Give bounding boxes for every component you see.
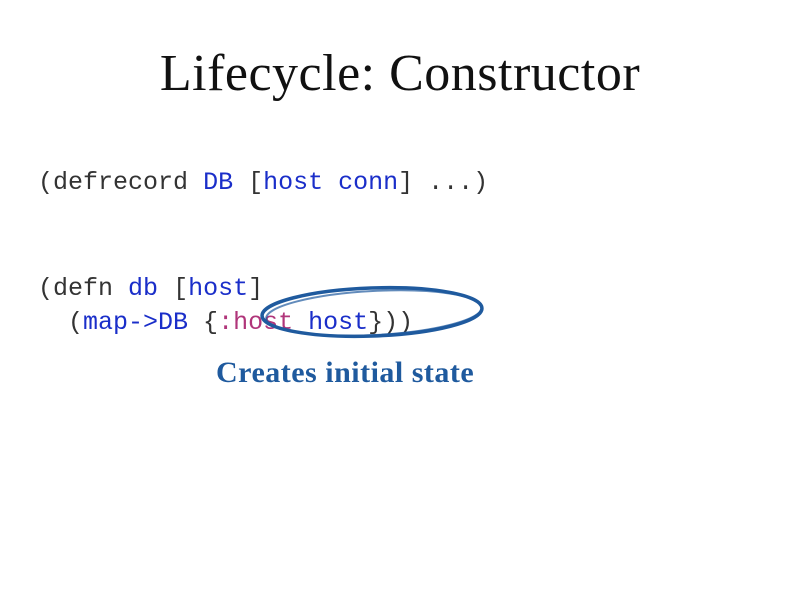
bracket-close: ] (398, 168, 413, 197)
arg-conn: conn (338, 168, 398, 197)
annotation-text: Creates initial state (216, 356, 474, 390)
paren-open: ( (38, 274, 53, 303)
space (293, 308, 308, 337)
val-host: host (308, 308, 368, 337)
fn-map-to-db: map->DB (83, 308, 188, 337)
code-block-defrecord: (defrecord DB [host conn] ...) (38, 166, 488, 200)
indent-paren: ( (38, 308, 83, 337)
space (323, 168, 338, 197)
brace-open: { (188, 308, 218, 337)
space (158, 274, 173, 303)
type-name-db: DB (203, 168, 233, 197)
slide-title: Lifecycle: Constructor (0, 44, 800, 103)
space (188, 168, 203, 197)
arg-host: host (188, 274, 248, 303)
bracket-open: [ (173, 274, 188, 303)
close-parens: })) (368, 308, 413, 337)
fn-name-db: db (128, 274, 158, 303)
keyword-defn: defn (53, 274, 113, 303)
paren-open: ( (38, 168, 53, 197)
space (113, 274, 128, 303)
bracket-open: [ (248, 168, 263, 197)
rest-ellipsis: ...) (413, 168, 488, 197)
arg-host: host (263, 168, 323, 197)
space (233, 168, 248, 197)
keyword-host: :host (218, 308, 293, 337)
slide: Lifecycle: Constructor (defrecord DB [ho… (0, 0, 800, 616)
bracket-close: ] (248, 274, 263, 303)
keyword-defrecord: defrecord (53, 168, 188, 197)
code-block-defn: (defn db [host] (map->DB {:host host})) (38, 272, 413, 340)
